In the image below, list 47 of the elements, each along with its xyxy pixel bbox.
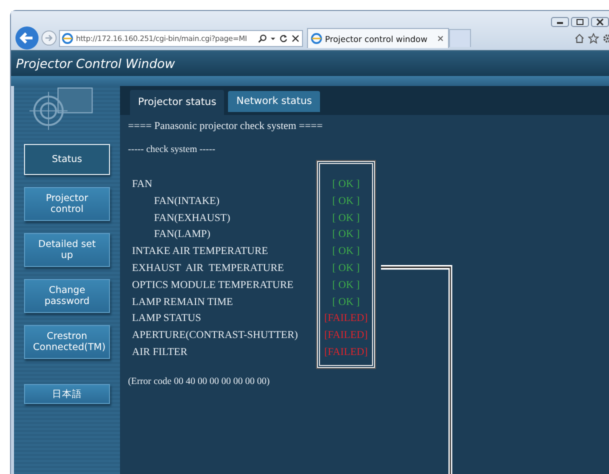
check-label: FAN [132, 178, 154, 192]
check-label: FAN(EXHAUST) [153, 212, 232, 226]
check-label: AIR FILTER [132, 346, 188, 360]
search-icon[interactable] [258, 34, 267, 42]
heading: ==== Panasonic projector check system ==== [128, 120, 324, 134]
check-label: LAMP REMAIN TIME [132, 296, 234, 310]
check-label: FAN(INTAKE) [153, 194, 220, 209]
home-icon[interactable] [574, 32, 585, 44]
sidebar-button[interactable]: 日本語 [24, 384, 110, 404]
app-title: Projector Control Window [16, 56, 176, 71]
check-result: [ OK ] [332, 262, 360, 276]
browser-tab[interactable]: Projector control window [307, 28, 450, 48]
check-result: [ OK ] [332, 228, 360, 242]
check-result: [ OK ] [332, 194, 360, 209]
close-icon[interactable] [291, 34, 300, 42]
check-result: [ OK ] [332, 212, 360, 226]
globe-icon [62, 32, 73, 44]
minimize-icon[interactable] [551, 17, 569, 27]
subheading: ----- check system ----- [128, 144, 216, 157]
star-icon[interactable] [588, 32, 599, 44]
check-result: [ OK ] [332, 178, 360, 192]
sidebar-button[interactable]: Crestron Connected(TM) [24, 325, 110, 359]
sidebar-button[interactable]: Change password [24, 279, 110, 313]
check-result: [ OK ] [332, 278, 360, 293]
error-code: (Error code 00 40 00 00 00 00 00 00) [128, 376, 271, 387]
check-label: APERTURE(CONTRAST-SHUTTER) [132, 329, 299, 344]
tab[interactable]: Network status [228, 91, 320, 112]
check-result: [FAILED] [324, 329, 368, 344]
sidebar-button[interactable]: Detailed set up [24, 233, 110, 267]
sidebar-button[interactable]: Status [24, 144, 110, 175]
sidebar-button[interactable]: Projector control [24, 187, 110, 221]
tab[interactable]: Projector status [130, 90, 224, 115]
back-icon[interactable] [15, 26, 39, 50]
maximize-icon[interactable] [571, 17, 589, 27]
check-label: EXHAUST AIR TEMPERATURE [132, 262, 285, 276]
check-label: FAN(LAMP) [153, 228, 212, 242]
check-result: [ OK ] [332, 245, 360, 260]
close-icon[interactable] [436, 34, 446, 43]
check-result: [FAILED] [324, 346, 368, 360]
check-label: INTAKE AIR TEMPERATURE [132, 245, 270, 260]
check-result: [ OK ] [332, 296, 360, 310]
check-label: LAMP STATUS [132, 312, 202, 326]
check-label: OPTICS MODULE TEMPERATURE [132, 278, 294, 293]
close-icon[interactable] [591, 17, 609, 27]
check-result: [FAILED] [324, 312, 368, 326]
globe-icon [311, 33, 322, 44]
refresh-icon[interactable] [279, 34, 288, 42]
